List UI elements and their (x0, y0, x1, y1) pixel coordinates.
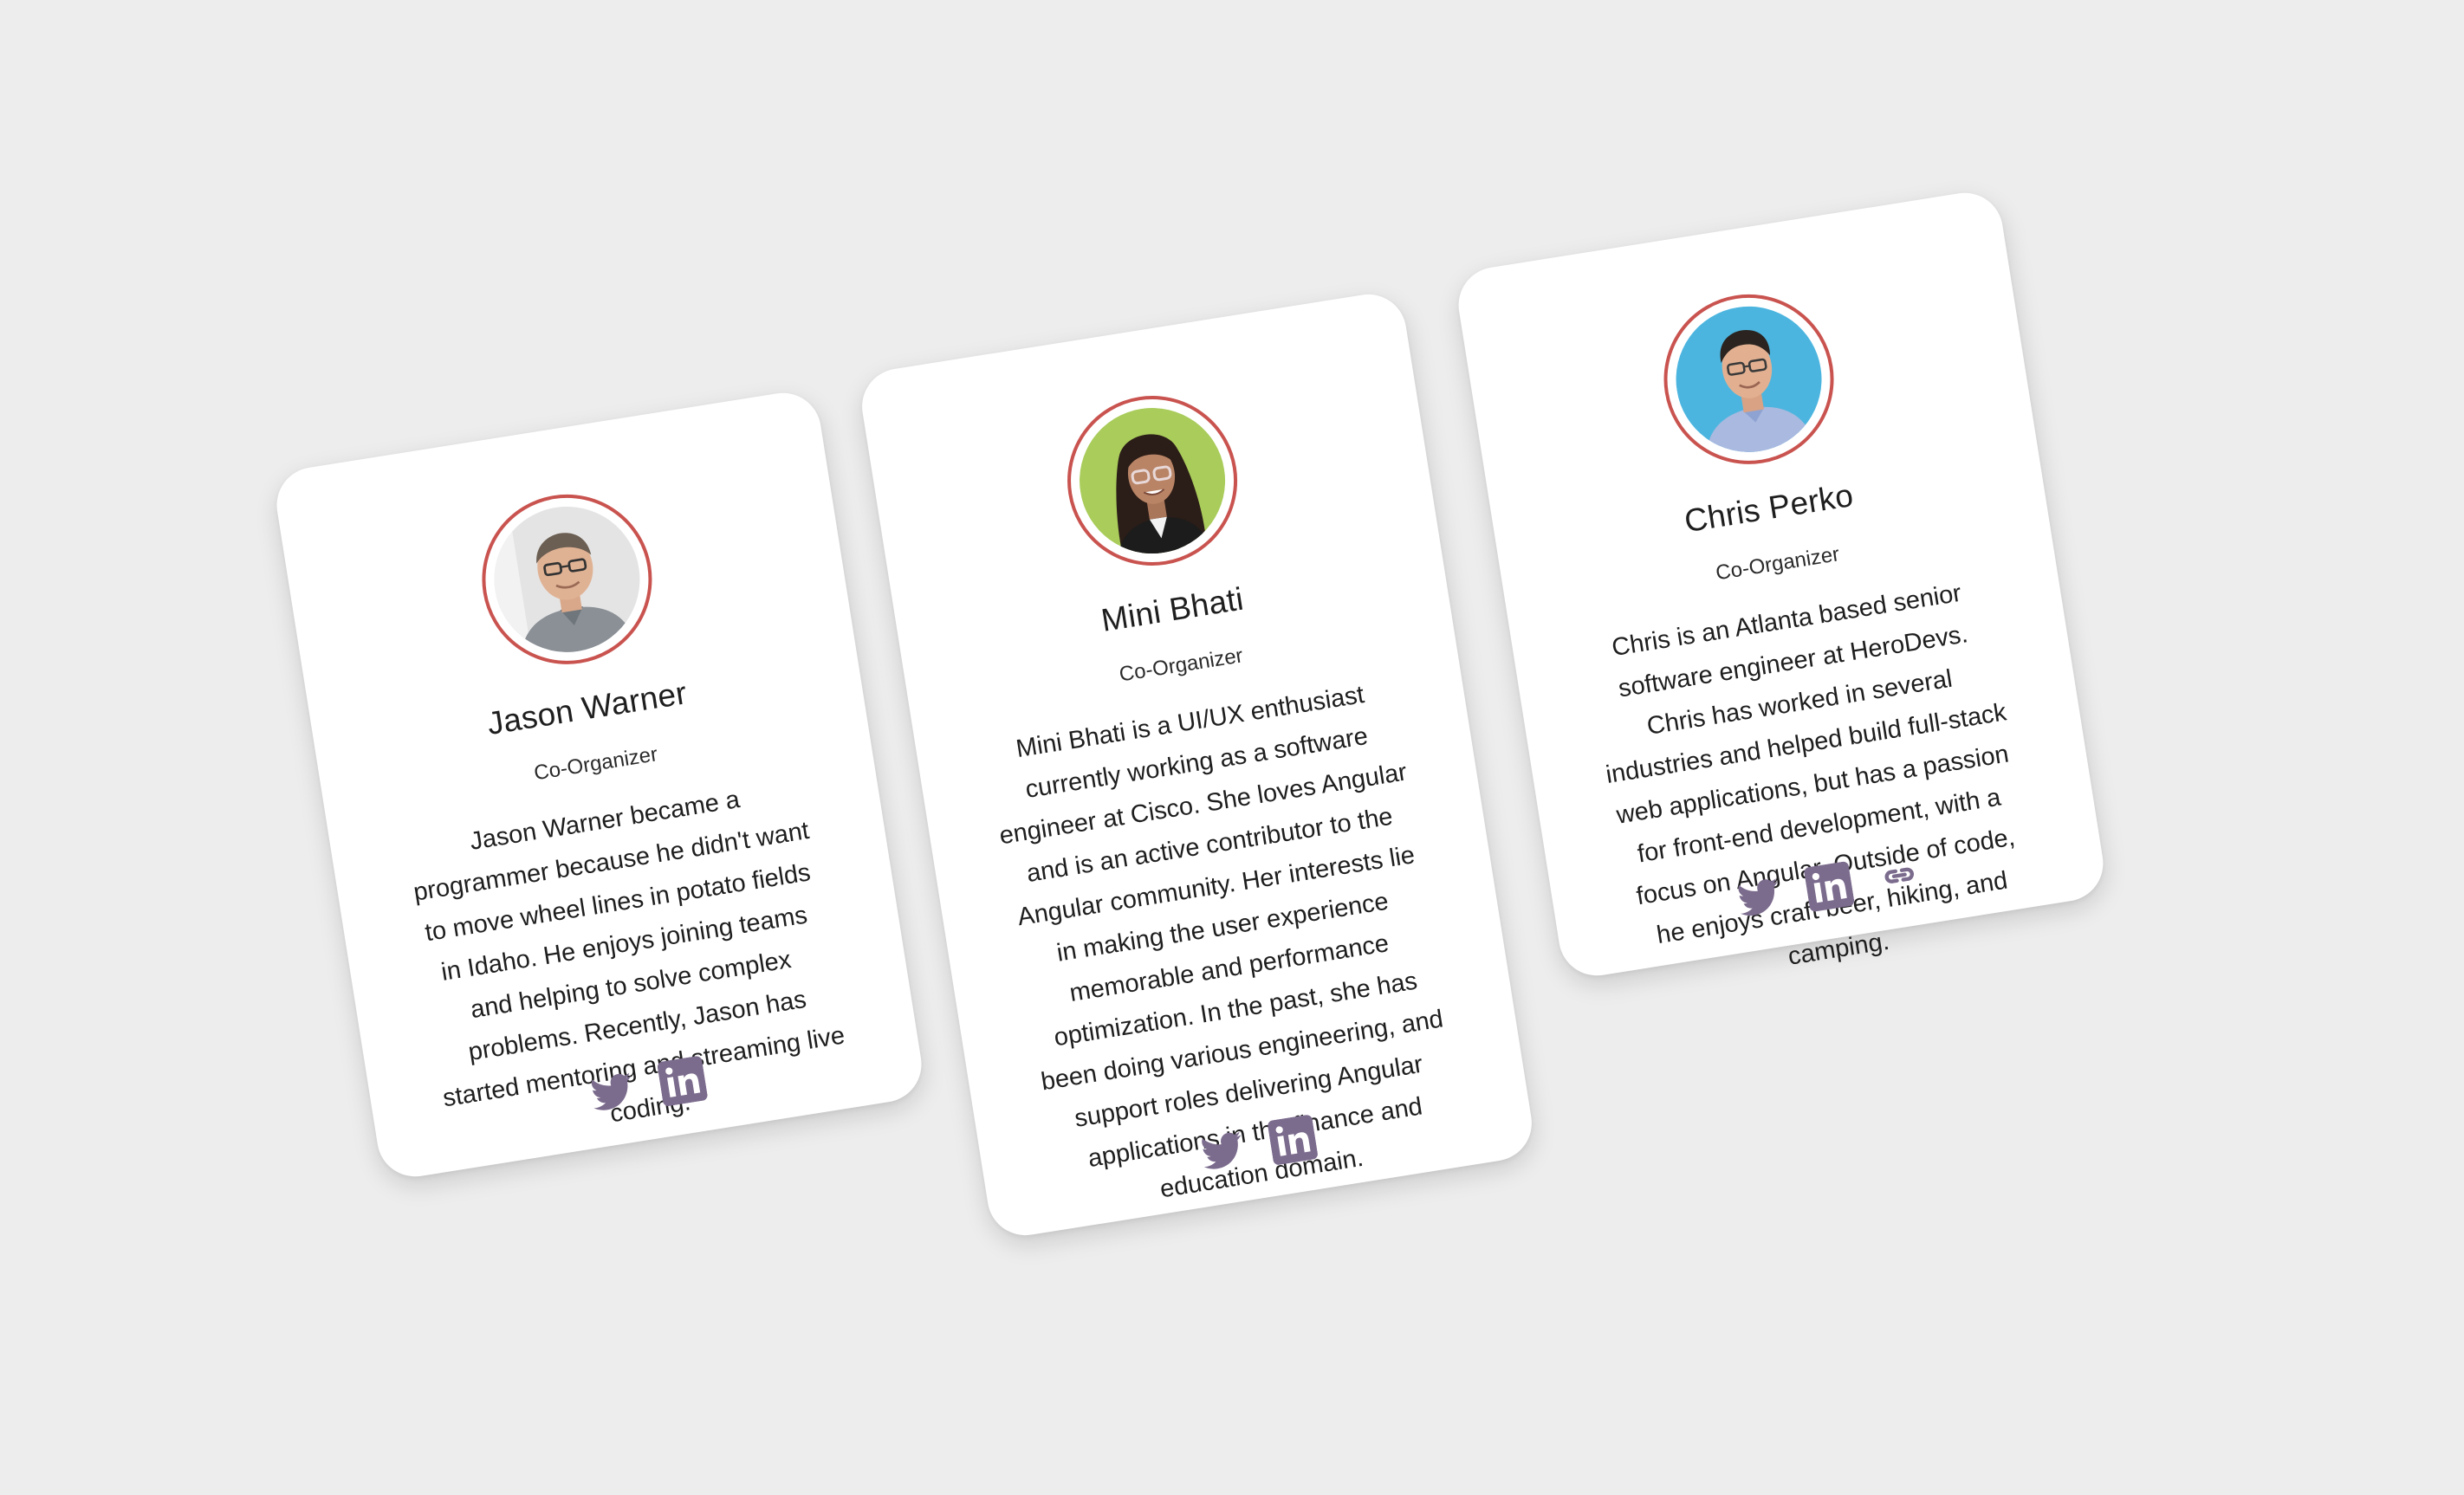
twitter-icon (591, 1072, 631, 1110)
avatar-photo-jason (483, 495, 651, 663)
organizer-card-jason-warner: Jason Warner Co-Organizer Jason Warner b… (271, 387, 927, 1182)
linkedin-icon (657, 1056, 708, 1107)
link-icon (1884, 867, 1914, 883)
avatar (1650, 282, 1846, 477)
twitter-link[interactable] (1196, 1124, 1249, 1178)
linkedin-link[interactable] (1266, 1113, 1320, 1167)
linkedin-link[interactable] (655, 1054, 709, 1108)
organizers-section: Jason Warner Co-Organizer Jason Warner b… (0, 0, 2464, 1495)
linkedin-icon (1267, 1115, 1318, 1165)
twitter-icon (1737, 878, 1778, 916)
linkedin-icon (1803, 861, 1854, 912)
organizer-name: Jason Warner (484, 675, 690, 742)
organizer-card-mini-bhati: Mini Bhati Co-Organizer Mini Bhati is a … (856, 288, 1538, 1241)
organizer-name: Chris Perko (1682, 476, 1856, 540)
twitter-icon (1201, 1131, 1241, 1169)
twitter-link[interactable] (1732, 871, 1786, 925)
organizer-name: Mini Bhati (1099, 580, 1247, 638)
avatar (1054, 383, 1249, 579)
avatar-photo-mini (1068, 397, 1235, 565)
avatar (469, 482, 665, 677)
avatar-photo-chris (1664, 295, 1832, 463)
twitter-link[interactable] (585, 1065, 639, 1119)
organizer-card-chris-perko: Chris Perko Co-Organizer Chris is an Atl… (1453, 187, 2109, 981)
linkedin-link[interactable] (1802, 860, 1856, 914)
website-link[interactable] (1872, 849, 1926, 903)
